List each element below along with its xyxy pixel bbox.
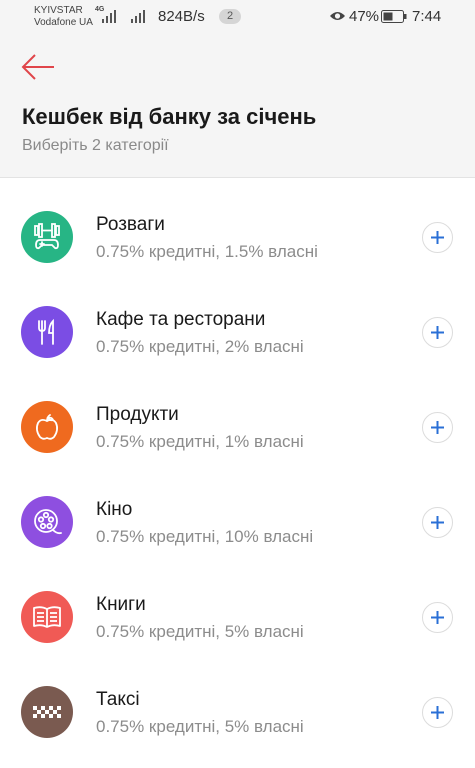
- status-bar: KYIVSTAR Vodafone UA 4G 824B/s 2 47% 7:4…: [0, 0, 475, 34]
- category-cashback-rates: 0.75% кредитні, 5% власні: [96, 622, 304, 641]
- add-category-button[interactable]: [422, 222, 453, 253]
- film-reel-icon: [34, 509, 62, 535]
- category-icon-badge: [21, 306, 73, 358]
- category-item-cinema[interactable]: Кіно 0.75% кредитні, 10% власні: [0, 464, 475, 559]
- category-icon-badge: [21, 496, 73, 548]
- category-icon-badge: [21, 686, 73, 738]
- category-icon-badge: [21, 591, 73, 643]
- battery-percent: 47%: [349, 8, 380, 25]
- category-cashback-rates: 0.75% кредитні, 2% власні: [96, 337, 304, 356]
- back-arrow-icon[interactable]: [20, 52, 56, 82]
- category-cashback-rates: 0.75% кредитні, 5% власні: [96, 717, 304, 736]
- add-category-button[interactable]: [422, 412, 453, 443]
- category-list: Розваги 0.75% кредитні, 1.5% власні Кафе…: [0, 179, 475, 749]
- battery-icon: [381, 10, 407, 23]
- category-cashback-rates: 0.75% кредитні, 1.5% власні: [96, 242, 318, 261]
- category-item-taxi[interactable]: Таксі 0.75% кредитні, 5% власні: [0, 654, 475, 749]
- category-name: Продукти: [96, 404, 179, 425]
- category-name: Книги: [96, 594, 146, 615]
- plus-icon: [431, 611, 444, 624]
- carrier-names: KYIVSTAR Vodafone UA: [34, 5, 93, 29]
- signal-icon-2: [131, 10, 145, 23]
- category-name: Кіно: [96, 499, 133, 520]
- category-name: Кафе та ресторани: [96, 309, 266, 330]
- category-icon-badge: [21, 401, 73, 453]
- category-item-books[interactable]: Книги 0.75% кредитні, 5% власні: [0, 559, 475, 654]
- gamepad-dumbbell-icon: [34, 223, 60, 250]
- plus-icon: [431, 231, 444, 244]
- category-cashback-rates: 0.75% кредитні, 1% власні: [96, 432, 304, 451]
- page-subtitle: Виберіть 2 категорії: [22, 137, 169, 154]
- header: Кешбек від банку за січень Виберіть 2 ка…: [0, 34, 475, 178]
- open-book-icon: [33, 606, 61, 628]
- add-category-button[interactable]: [422, 507, 453, 538]
- apple-icon: [35, 414, 59, 440]
- category-name: Таксі: [96, 689, 140, 710]
- category-icon-badge: [21, 211, 73, 263]
- plus-icon: [431, 421, 444, 434]
- notification-badge: 2: [219, 9, 241, 24]
- add-category-button[interactable]: [422, 317, 453, 348]
- category-name: Розваги: [96, 214, 165, 235]
- plus-icon: [431, 516, 444, 529]
- eye-icon: [330, 12, 345, 20]
- add-category-button[interactable]: [422, 602, 453, 633]
- plus-icon: [431, 706, 444, 719]
- network-speed: 824B/s: [158, 8, 205, 25]
- taxi-icon: [33, 706, 61, 718]
- category-item-groceries[interactable]: Продукти 0.75% кредитні, 1% власні: [0, 369, 475, 464]
- carrier-1: KYIVSTAR: [34, 5, 83, 16]
- category-item-cafes-restaurants[interactable]: Кафе та ресторани 0.75% кредитні, 2% вла…: [0, 274, 475, 369]
- fork-knife-icon: [38, 318, 54, 345]
- plus-icon: [431, 326, 444, 339]
- category-item-entertainment[interactable]: Розваги 0.75% кредитні, 1.5% власні: [0, 179, 475, 274]
- page-title: Кешбек від банку за січень: [22, 104, 317, 129]
- category-cashback-rates: 0.75% кредитні, 10% власні: [96, 527, 314, 546]
- clock: 7:44: [412, 8, 442, 25]
- signal-icon: [102, 10, 116, 23]
- carrier-2: Vodafone UA: [34, 17, 93, 28]
- add-category-button[interactable]: [422, 697, 453, 728]
